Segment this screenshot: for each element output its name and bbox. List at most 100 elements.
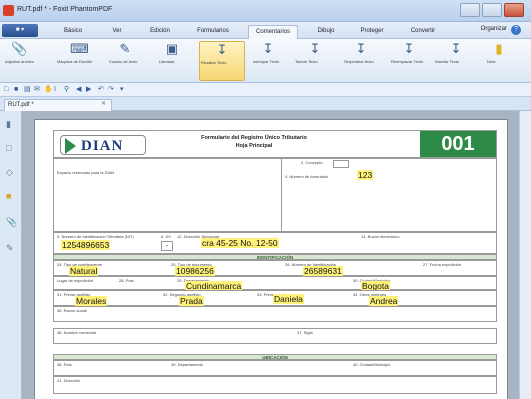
tab-formularios[interactable]: Formularios: [193, 25, 233, 39]
pages-icon[interactable]: □: [6, 143, 16, 153]
tab-ver[interactable]: Ver: [106, 25, 128, 39]
tab-dibujo[interactable]: Dibujo: [312, 25, 340, 39]
sigla-label: 37. Sigla: [297, 330, 313, 335]
menu-bar: ■ ▾ Básico Ver Edición Formularios Comen…: [0, 22, 531, 39]
u-direccion-row: [53, 376, 497, 394]
squiggly-text-button[interactable]: ↧ Serpentear texto: [343, 41, 379, 81]
highlight-text-button[interactable]: ↧ Resaltar Texto: [199, 41, 245, 81]
save-icon[interactable]: ■: [14, 86, 22, 94]
u-direccion-label: 41. Dirección: [57, 378, 81, 383]
redo-icon[interactable]: ↷: [108, 86, 116, 94]
organizar-menu[interactable]: Organizar: [481, 26, 507, 32]
open-icon[interactable]: □: [4, 86, 12, 94]
nit-label: 5. Número de Identificación Tributaria (…: [57, 234, 134, 239]
highlight-icon: ↧: [216, 42, 228, 57]
callout-button[interactable]: ▣ Llamada: [158, 41, 186, 81]
form-subtitle: Hoja Principal: [235, 143, 273, 149]
u-ciudad-label: 40. Ciudad/Municipio: [353, 362, 391, 367]
form-header: DIAN Formulario del Registro Único Tribu…: [53, 130, 497, 158]
watermark-logo: [364, 138, 420, 150]
lugar-label: Lugar de expedición: [57, 278, 94, 283]
help-icon[interactable]: ?: [511, 25, 521, 35]
attach-file-button[interactable]: 📎 Adjuntar archivo: [4, 41, 34, 81]
print-icon[interactable]: ▤: [24, 86, 32, 94]
title-bar: RUT.pdf * - Foxit PhantomPDF: [0, 0, 531, 22]
document-tab[interactable]: RUT.pdf *: [4, 99, 112, 111]
tab-comentarios[interactable]: Comentarios: [248, 25, 298, 39]
previous-page-icon[interactable]: ◀: [76, 86, 84, 94]
insert-text-icon: ↧: [450, 41, 462, 56]
dian-logo: DIAN: [60, 135, 146, 155]
nit-value[interactable]: 1254896653: [61, 240, 111, 250]
direccion-value[interactable]: cra 45-25 No. 12-50: [201, 238, 279, 248]
close-tab-icon[interactable]: ✕: [101, 100, 106, 107]
signatures-icon[interactable]: ✎: [6, 243, 16, 253]
tab-proteger[interactable]: Proteger: [355, 25, 389, 39]
textbox-icon: ✎: [119, 41, 131, 56]
callout-icon: ▣: [165, 41, 179, 56]
pais-label: 28. País: [119, 278, 134, 283]
tab-convertir[interactable]: Convertir: [405, 25, 441, 39]
minimize-button[interactable]: [460, 3, 480, 17]
email-icon[interactable]: ✉: [34, 86, 42, 94]
ubicacion-row: [53, 360, 497, 376]
primer-apellido-value[interactable]: Morales: [75, 296, 108, 306]
customize-icon[interactable]: ▾: [120, 86, 128, 94]
document-view: DIAN Formulario del Registro Único Tribu…: [22, 111, 519, 399]
select-text-icon[interactable]: I: [54, 86, 62, 94]
reserved-label: Espacio reservado para la DIAN: [57, 170, 115, 175]
tipo-documento-value[interactable]: 10986256: [175, 266, 215, 276]
underline-text-button[interactable]: ↧ subrayar Texto: [252, 41, 284, 81]
typewriter-button[interactable]: ⌨ Máquina de Escribir: [56, 41, 100, 81]
undo-icon[interactable]: ↶: [98, 86, 106, 94]
nombre-comercial-label: 36. Nombre comercial: [57, 330, 97, 335]
ribbon-toolbar: 📎 Adjuntar archivo ⌨ Máquina de Escribir ✎…: [0, 39, 531, 83]
vertical-scrollbar[interactable]: [519, 111, 531, 399]
dian-mark-icon: [65, 138, 76, 154]
hand-tool-icon[interactable]: ✋: [44, 86, 53, 94]
maximize-button[interactable]: [482, 3, 502, 17]
file-menu-button[interactable]: ■ ▾: [2, 24, 38, 37]
zoom-icon[interactable]: ⚲: [64, 86, 72, 94]
strikeout-text-button[interactable]: ↧ Tachar Texto: [294, 41, 336, 81]
close-button[interactable]: [504, 3, 524, 17]
squiggly-icon: ↧: [355, 41, 367, 56]
bookmarks-icon[interactable]: ▮: [6, 119, 16, 129]
otros-nombres-value[interactable]: Andrea: [369, 296, 399, 306]
strikeout-icon: ↧: [309, 41, 321, 56]
dv-label: 6. DV: [161, 234, 172, 239]
concepto-label: 2. Concepto: [301, 160, 323, 165]
document-tab-bar: RUT.pdf * ✕: [0, 97, 531, 111]
tab-basico[interactable]: Básico: [58, 25, 88, 39]
replace-text-button[interactable]: ↧ Reemplazar Texto: [390, 41, 428, 81]
textbox-button[interactable]: ✎ Cuadro de texto: [108, 41, 142, 81]
num-identificacion-value[interactable]: 26589631: [303, 266, 343, 276]
insert-text-button[interactable]: ↧ Insertar Texto: [434, 41, 478, 81]
form-number-value[interactable]: 123: [357, 170, 374, 180]
note-icon: ▮: [495, 41, 503, 56]
tab-edicion[interactable]: Edición: [146, 25, 174, 39]
tipo-contribuyente-value[interactable]: Natural: [69, 266, 99, 276]
concepto-field[interactable]: [333, 160, 349, 168]
u-departamento-label: 39. Departamento: [171, 362, 204, 367]
dv-value[interactable]: -: [161, 241, 173, 251]
note-button[interactable]: ▮ Nota: [486, 41, 512, 81]
foxit-app-icon: [3, 5, 14, 16]
comments-icon[interactable]: ■: [6, 191, 16, 201]
navigation-panel: ▮ □ ◇ ■ 📎 ✎: [0, 111, 22, 399]
layers-icon[interactable]: ◇: [6, 167, 16, 177]
attachments-icon[interactable]: 📎: [6, 217, 17, 227]
divider: [281, 158, 282, 232]
u-pais-label: 38. País: [57, 362, 72, 367]
next-page-icon[interactable]: ▶: [86, 86, 94, 94]
primer-nombre-value[interactable]: Daniela: [273, 294, 304, 304]
form-code: 001: [420, 131, 496, 157]
replace-text-icon: ↧: [403, 41, 415, 56]
razon-social-label: 35. Razón social: [57, 308, 87, 313]
window-title: RUT.pdf * - Foxit PhantomPDF: [17, 6, 113, 13]
paperclip-icon: 📎: [11, 41, 28, 56]
segundo-apellido-value[interactable]: Prada: [179, 296, 204, 306]
razon-social-row: [53, 306, 497, 322]
top-section-box: [53, 158, 497, 232]
underline-icon: ↧: [262, 41, 274, 56]
